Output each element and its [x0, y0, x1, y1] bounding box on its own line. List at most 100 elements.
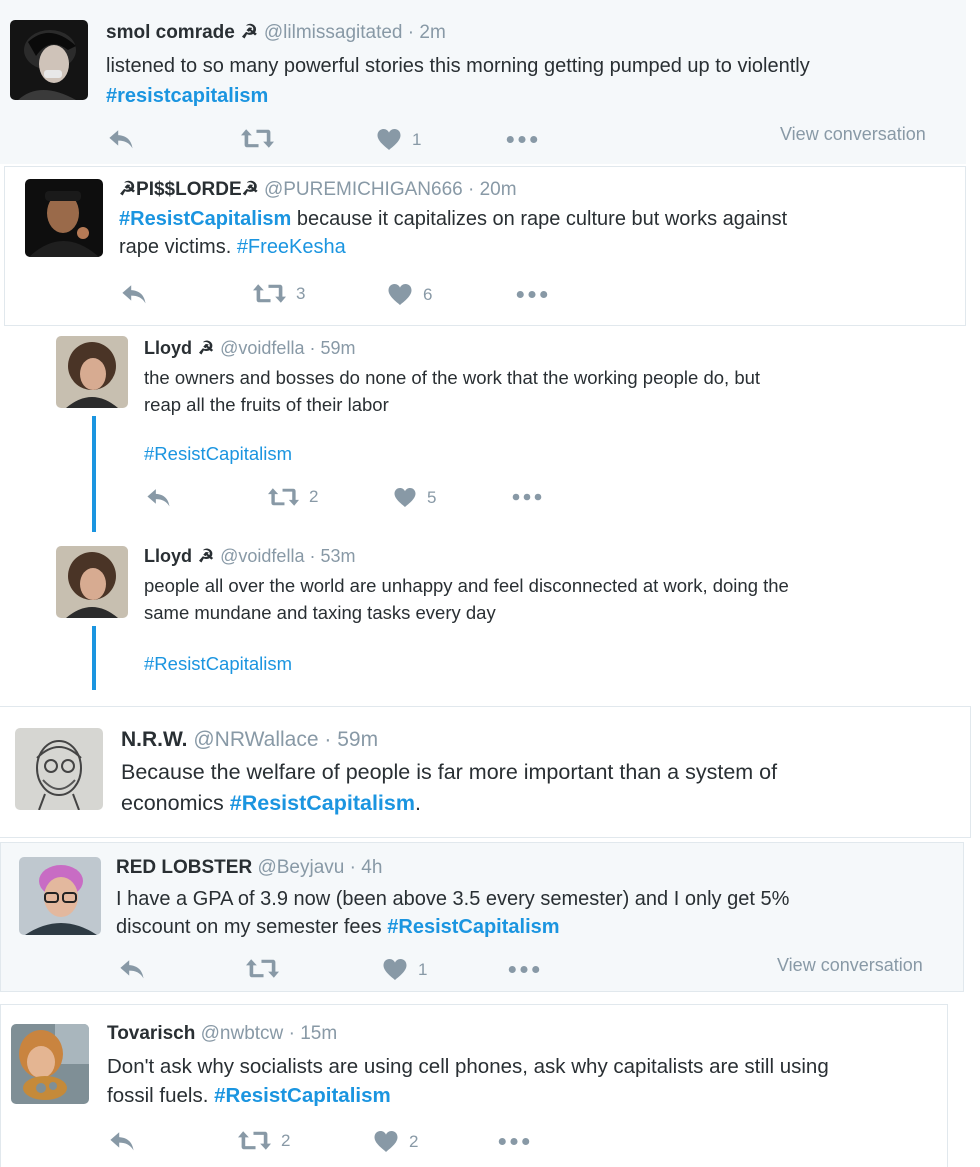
tweet-text: the owners and bosses do none of the wor… [144, 364, 944, 418]
like-button[interactable]: 5 [393, 487, 436, 508]
handle[interactable]: @nwbtcw [201, 1023, 284, 1044]
timestamp[interactable]: 20m [480, 179, 517, 200]
tweet-text: Because the welfare of people is far mor… [121, 757, 961, 819]
separator: · [288, 1023, 295, 1044]
like-count: 6 [423, 284, 433, 304]
separator: · [407, 22, 415, 43]
like-button[interactable]: 1 [382, 958, 427, 981]
view-conversation-link[interactable]: View conversation [777, 955, 923, 976]
tweet-card[interactable]: Lloyd ☭ @voidfella · 53m people all over t… [0, 540, 975, 700]
handle[interactable]: @Beyjavu [257, 857, 344, 878]
more-button[interactable] [512, 493, 542, 501]
retweet-button[interactable] [241, 128, 274, 149]
tweet-card[interactable]: Lloyd ☭ @voidfella · 59m the owners and bo… [0, 332, 975, 532]
avatar[interactable] [15, 728, 103, 810]
hashtag-link[interactable]: #ResistCapitalism [119, 208, 291, 230]
tweet-text-line: Don't ask why socialists are using cell … [107, 1055, 829, 1078]
reply-button[interactable] [121, 283, 148, 305]
handle[interactable]: @voidfella [220, 338, 304, 358]
timestamp[interactable]: 15m [300, 1023, 337, 1044]
display-name[interactable]: Tovarisch [107, 1023, 195, 1044]
like-count: 1 [412, 129, 422, 149]
reply-button[interactable] [108, 128, 135, 150]
retweet-count: 2 [309, 487, 319, 506]
hashtag-link[interactable]: #FreeKesha [237, 236, 346, 258]
timestamp[interactable]: 59m [321, 338, 356, 358]
tweet-text-line: reap all the fruits of their labor [144, 394, 389, 415]
tweet-text: people all over the world are unhappy an… [144, 572, 944, 626]
tweet-text-line: Because the welfare of people is far mor… [121, 760, 778, 784]
display-name[interactable]: RED LOBSTER [116, 857, 252, 878]
reply-button[interactable] [146, 487, 172, 508]
hashtag-link[interactable]: #ResistCapitalism [144, 653, 292, 674]
display-name[interactable]: ☭PI$$LORDE☭ [119, 179, 259, 200]
retweet-button[interactable] [246, 958, 279, 979]
hashtag-link[interactable]: #ResistCapitalism [144, 443, 292, 464]
thread-line [92, 416, 96, 532]
display-name[interactable]: smol comrade [106, 22, 235, 43]
handle[interactable]: @NRWallace [193, 728, 318, 751]
timestamp[interactable]: 53m [321, 546, 356, 566]
avatar[interactable] [56, 336, 128, 408]
more-button[interactable] [508, 965, 540, 974]
avatar[interactable] [10, 20, 88, 100]
more-button[interactable] [506, 135, 538, 144]
reply-icon [121, 283, 148, 305]
more-icon [512, 493, 542, 501]
tweet-card[interactable]: ☭PI$$LORDE☭ @PUREMICHIGAN666 · 20m #Resi… [4, 166, 966, 326]
tweet-text: I have a GPA of 3.9 now (been above 3.5 … [116, 885, 946, 941]
retweet-icon [241, 128, 274, 149]
separator: · [349, 857, 356, 878]
tweet-card[interactable]: smol comrade ☭ @lilmissagitated · 2m liste… [0, 0, 966, 164]
reply-button[interactable] [109, 1130, 136, 1152]
like-button[interactable]: 6 [387, 283, 432, 306]
avatar[interactable] [56, 546, 128, 618]
display-name[interactable]: N.R.W. [121, 728, 188, 751]
reply-button[interactable] [119, 958, 146, 980]
reply-icon [108, 128, 135, 150]
hashtag-link[interactable]: #ResistCapitalism [214, 1084, 391, 1107]
like-button[interactable]: 2 [373, 1130, 418, 1153]
more-button[interactable] [516, 290, 548, 299]
tweet-card[interactable]: N.R.W. @NRWallace · 59m Because the welf… [0, 706, 971, 838]
retweet-button[interactable]: 3 [253, 283, 305, 304]
timestamp[interactable]: 2m [419, 22, 445, 43]
tweet-text-line: I have a GPA of 3.9 now (been above 3.5 … [116, 888, 790, 910]
retweet-count: 2 [281, 1130, 291, 1150]
tweet-actions: 2 2 [109, 1130, 559, 1154]
thread-line [92, 626, 96, 690]
handle[interactable]: @lilmissagitated [264, 22, 403, 43]
handle[interactable]: @PUREMICHIGAN666 [264, 179, 463, 200]
timestamp[interactable]: 4h [361, 857, 382, 878]
retweet-button[interactable]: 2 [238, 1130, 290, 1151]
tweet-actions: 2 5 [146, 487, 566, 511]
more-icon [506, 135, 538, 144]
separator: · [309, 546, 316, 566]
display-name[interactable]: Lloyd [144, 546, 192, 566]
heart-icon [382, 958, 408, 981]
tweet-card[interactable]: Tovarisch @nwbtcw · 15m Don't ask why so… [0, 1004, 948, 1167]
hammer-sickle-glyph: ☭ [240, 22, 258, 43]
display-name[interactable]: Lloyd [144, 338, 192, 358]
avatar[interactable] [19, 857, 101, 935]
retweet-button[interactable]: 2 [268, 487, 318, 507]
heart-icon [373, 1130, 399, 1153]
tweet-text-body: because it capitalizes on rape culture b… [296, 208, 788, 230]
avatar[interactable] [11, 1024, 89, 1104]
hashtag-link[interactable]: #ResistCapitalism [387, 916, 559, 938]
tweet-card[interactable]: RED LOBSTER @Beyjavu · 4h I have a GPA o… [0, 842, 964, 992]
handle[interactable]: @voidfella [220, 546, 304, 566]
hashtag-link[interactable]: #resistcapitalism [106, 85, 268, 107]
view-conversation-link[interactable]: View conversation [780, 124, 926, 145]
hashtag-link[interactable]: #ResistCapitalism [230, 791, 415, 815]
like-button[interactable]: 1 [376, 128, 421, 151]
more-icon [516, 290, 548, 299]
hammer-sickle-glyph: ☭ [198, 546, 215, 566]
tweet-text-line: same mundane and taxing tasks every day [144, 602, 496, 623]
retweet-icon [268, 487, 299, 507]
more-button[interactable] [498, 1137, 530, 1146]
timestamp[interactable]: 59m [337, 728, 378, 751]
avatar[interactable] [25, 179, 103, 257]
like-count: 1 [418, 959, 428, 979]
more-icon [498, 1137, 530, 1146]
